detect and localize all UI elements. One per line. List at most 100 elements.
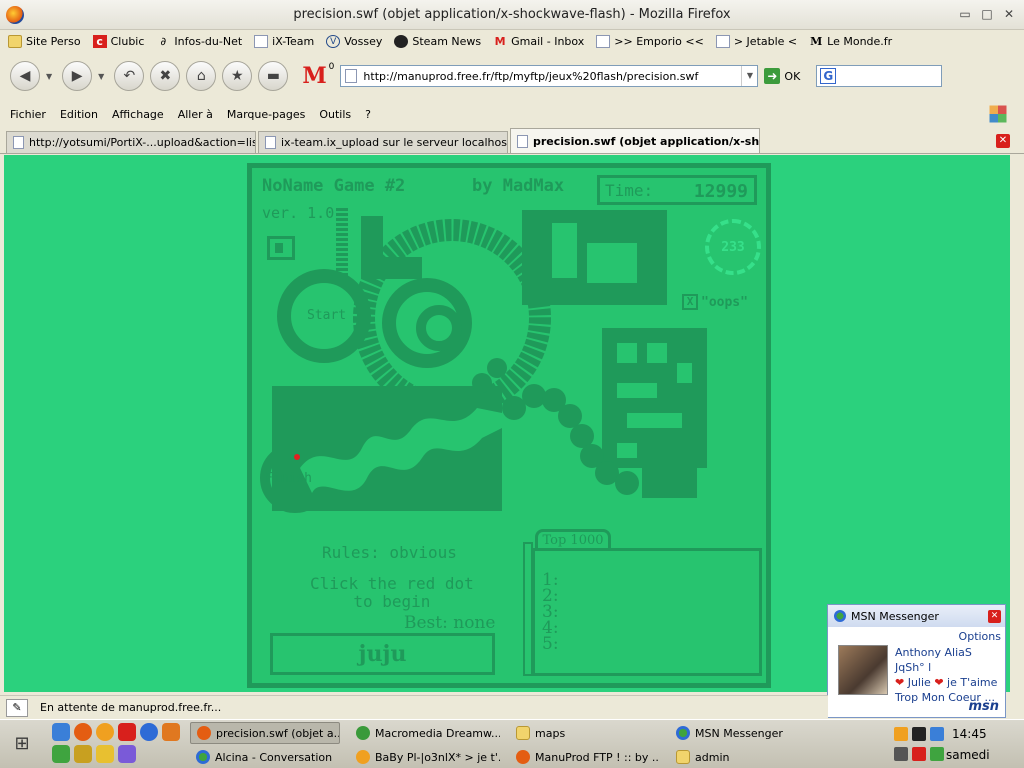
- extension-button[interactable]: ▬: [258, 61, 289, 91]
- vossey-icon: V: [326, 34, 341, 48]
- msn-icon: [834, 610, 846, 622]
- msn-logo: msn: [968, 699, 999, 714]
- gmail-notifier-icon[interactable]: M: [302, 63, 326, 89]
- task-dreamweaver[interactable]: Macromedia Dreamw...: [350, 722, 500, 744]
- oops-toggle[interactable]: X "oops": [682, 294, 748, 310]
- msn-options-link[interactable]: Options: [959, 630, 1001, 643]
- url-bar[interactable]: http://manuprod.free.fr/ftp/myftp/jeux%2…: [340, 65, 759, 87]
- msn-close-button[interactable]: ✕: [988, 610, 1001, 623]
- tray-msn-icon[interactable]: [930, 747, 944, 761]
- tray-arrows-icon[interactable]: [894, 727, 908, 741]
- forward-button[interactable]: ▶: [62, 61, 93, 91]
- lips-icon: ❤: [895, 676, 905, 689]
- task-maps[interactable]: maps: [510, 722, 660, 744]
- best-score: Best: none: [404, 613, 496, 633]
- page-scrollbar[interactable]: [1010, 155, 1024, 692]
- minimize-button[interactable]: ▭: [956, 5, 974, 23]
- forward-history-dropdown[interactable]: ▼: [98, 72, 104, 81]
- menu-aller[interactable]: Aller à: [178, 108, 213, 121]
- back-history-dropdown[interactable]: ▼: [46, 72, 52, 81]
- timer-value: 12999: [693, 181, 748, 202]
- quick-launch: [52, 723, 182, 763]
- home-button[interactable]: ⌂: [186, 61, 217, 91]
- back-button[interactable]: ◀: [10, 61, 40, 91]
- task-msn[interactable]: MSN Messenger: [670, 722, 820, 744]
- start-button[interactable]: ⊞: [4, 723, 40, 763]
- finish-label: Finish: [265, 471, 312, 486]
- menu-edition[interactable]: Edition: [60, 108, 98, 121]
- tray-volume-icon[interactable]: [894, 747, 908, 761]
- bookmark-ix-team[interactable]: iX-Team: [254, 34, 314, 48]
- bookmark-steam-news[interactable]: Steam News: [394, 34, 481, 48]
- firefox-icon: [516, 750, 530, 764]
- desktop-icon[interactable]: [52, 723, 70, 741]
- tab-yotsumi[interactable]: http://yotsumi/PortiX-...upload&action=l…: [6, 131, 256, 153]
- task-admin[interactable]: admin: [670, 746, 820, 768]
- bookmark-jetable[interactable]: > Jetable <: [715, 34, 797, 48]
- game-version: ver. 1.0: [262, 204, 335, 222]
- player-name-field[interactable]: juju: [270, 633, 495, 675]
- flash-game[interactable]: NoName Game #2 by MadMax ver. 1.0 Time: …: [247, 163, 771, 688]
- firefox-icon[interactable]: [74, 723, 92, 741]
- tray-network-icon[interactable]: [930, 727, 944, 741]
- lips-icon: ❤: [934, 676, 944, 689]
- msn-message[interactable]: Anthony AliaS JqSh° l ❤ Julie ❤ je T'aim…: [895, 645, 1005, 705]
- folder-icon: [8, 34, 22, 48]
- reload-button[interactable]: ↶: [114, 61, 145, 91]
- bookmark-vossey[interactable]: V Vossey: [326, 34, 382, 48]
- browser-icon[interactable]: [140, 723, 158, 741]
- steam-icon: [394, 34, 409, 48]
- pen-icon[interactable]: [96, 745, 114, 763]
- arrow-icon[interactable]: [162, 723, 180, 741]
- close-window-button[interactable]: ✕: [1000, 5, 1018, 23]
- start-red-dot[interactable]: [294, 454, 300, 460]
- game-author: by MadMax: [472, 176, 565, 196]
- tab-ix-team[interactable]: ix-team.ix_upload sur le serveur localho…: [258, 131, 508, 153]
- menu-help[interactable]: ?: [365, 108, 371, 121]
- bookmark-emporio[interactable]: >> Emporio <<: [596, 34, 704, 48]
- bookmark-clubic[interactable]: c Clubic: [92, 34, 144, 48]
- winamp-icon[interactable]: [74, 745, 92, 763]
- messenger-icon[interactable]: [52, 745, 70, 763]
- menu-outils[interactable]: Outils: [319, 108, 351, 121]
- tray-e-icon[interactable]: [912, 727, 926, 741]
- folder-icon: [676, 750, 690, 764]
- paint-icon[interactable]: [118, 745, 136, 763]
- msn-notification[interactable]: MSN Messenger ✕ Options Anthony AliaS Jq…: [827, 604, 1006, 718]
- url-history-dropdown[interactable]: ▼: [741, 66, 757, 86]
- timer-box: Time: 12999: [597, 175, 757, 205]
- bookmark-site-perso[interactable]: Site Perso: [8, 34, 81, 48]
- task-baby[interactable]: BaBy Pl-|o3nlX* > je t'...: [350, 746, 500, 768]
- clock[interactable]: 14:45: [952, 727, 987, 741]
- menu-marque-pages[interactable]: Marque-pages: [227, 108, 305, 121]
- bookmark-gmail[interactable]: M Gmail - Inbox: [493, 35, 585, 48]
- task-manuprod-ftp[interactable]: ManuProd FTP ! :: by ...: [510, 746, 660, 768]
- menu-affichage[interactable]: Affichage: [112, 108, 164, 121]
- status-icon: ✎: [6, 698, 28, 717]
- stop-button[interactable]: ✖: [150, 61, 181, 91]
- task-alcina[interactable]: Alcina - Conversation: [190, 746, 340, 768]
- page-icon: [517, 134, 528, 148]
- msn-icon: [196, 750, 210, 764]
- google-icon[interactable]: G: [820, 68, 837, 84]
- sound-icon[interactable]: [267, 236, 295, 260]
- close-tab-button[interactable]: ✕: [996, 134, 1010, 148]
- search-box[interactable]: G: [816, 65, 943, 87]
- tab-precision[interactable]: precision.swf (objet application/x-sho..…: [510, 128, 760, 153]
- menu-fichier[interactable]: Fichier: [10, 108, 46, 121]
- tray-alert-icon[interactable]: [912, 747, 926, 761]
- bookmark-le-monde[interactable]: M Le Monde.fr: [809, 35, 892, 48]
- media-player-icon[interactable]: [96, 723, 114, 741]
- go-arrow-icon: ➜: [764, 68, 781, 84]
- leaderboard-row: 5:: [542, 634, 559, 654]
- go-button[interactable]: ➜ OK: [764, 68, 800, 84]
- rocket-icon[interactable]: [118, 723, 136, 741]
- maximize-button[interactable]: □: [978, 5, 996, 23]
- url-input[interactable]: http://manuprod.free.fr/ftp/myftp/jeux%2…: [363, 70, 735, 83]
- bookmark-button[interactable]: ★: [222, 61, 253, 91]
- bookmark-infos-du-net[interactable]: ∂ Infos-du-Net: [156, 35, 243, 48]
- msn-icon: [356, 750, 370, 764]
- day-label: samedi: [946, 748, 990, 762]
- oops-checkbox[interactable]: X: [682, 294, 698, 310]
- task-precision[interactable]: precision.swf (objet a...: [190, 722, 340, 744]
